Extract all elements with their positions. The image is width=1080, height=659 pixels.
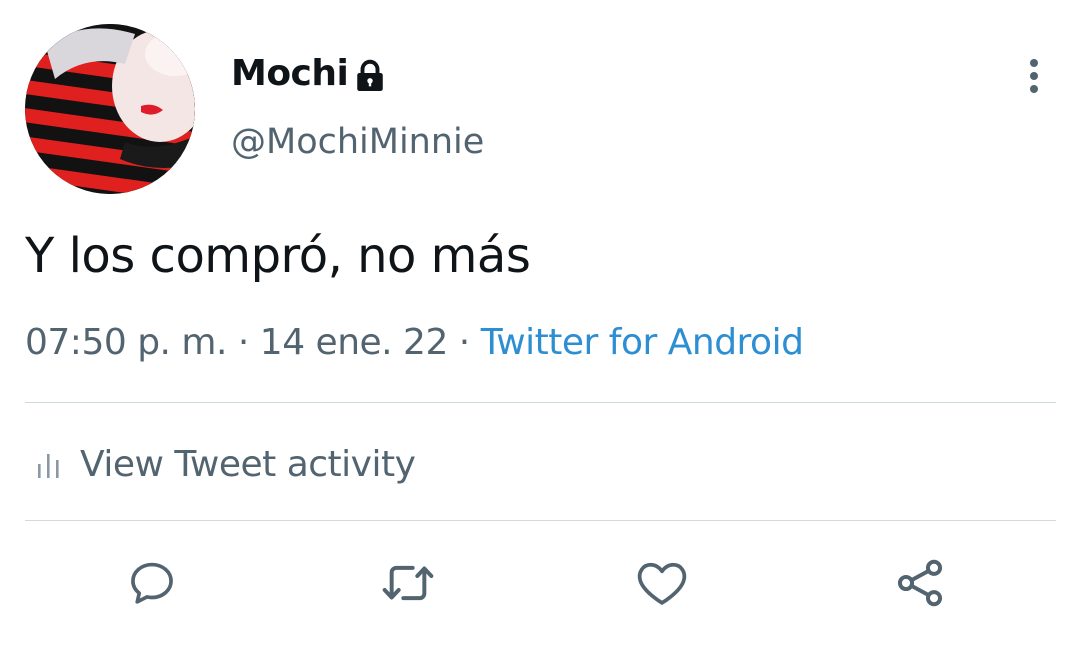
tweet-source-link[interactable]: Twitter for Android (481, 322, 804, 363)
heart-icon (637, 562, 687, 605)
tweet-time[interactable]: 07:50 p. m. (25, 322, 227, 363)
reply-icon (131, 562, 173, 604)
reply-button[interactable] (122, 553, 182, 613)
username[interactable]: @MochiMinnie (231, 122, 484, 162)
display-name[interactable]: Mochi (231, 53, 349, 94)
like-button[interactable] (632, 553, 692, 613)
analytics-icon (38, 454, 59, 478)
tweet-meta: 07:50 p. m. · 14 ene. 22 · Twitter for A… (25, 322, 804, 363)
more-options-icon[interactable] (1018, 56, 1050, 96)
share-icon (897, 559, 943, 607)
divider (25, 520, 1056, 521)
profile-photo (25, 24, 195, 194)
tweet-text: Y los compró, no más (25, 228, 531, 284)
meta-separator: · (226, 322, 260, 363)
tweet-date[interactable]: 14 ene. 22 (260, 322, 449, 363)
retweet-icon (382, 565, 434, 601)
meta-separator: · (447, 322, 481, 363)
avatar[interactable] (25, 24, 195, 194)
view-tweet-activity-button[interactable]: View Tweet activity (34, 440, 416, 488)
view-tweet-activity-label: View Tweet activity (80, 443, 416, 485)
lock-icon (357, 59, 383, 91)
share-button[interactable] (890, 553, 950, 613)
retweet-button[interactable] (378, 553, 438, 613)
divider (25, 402, 1056, 403)
